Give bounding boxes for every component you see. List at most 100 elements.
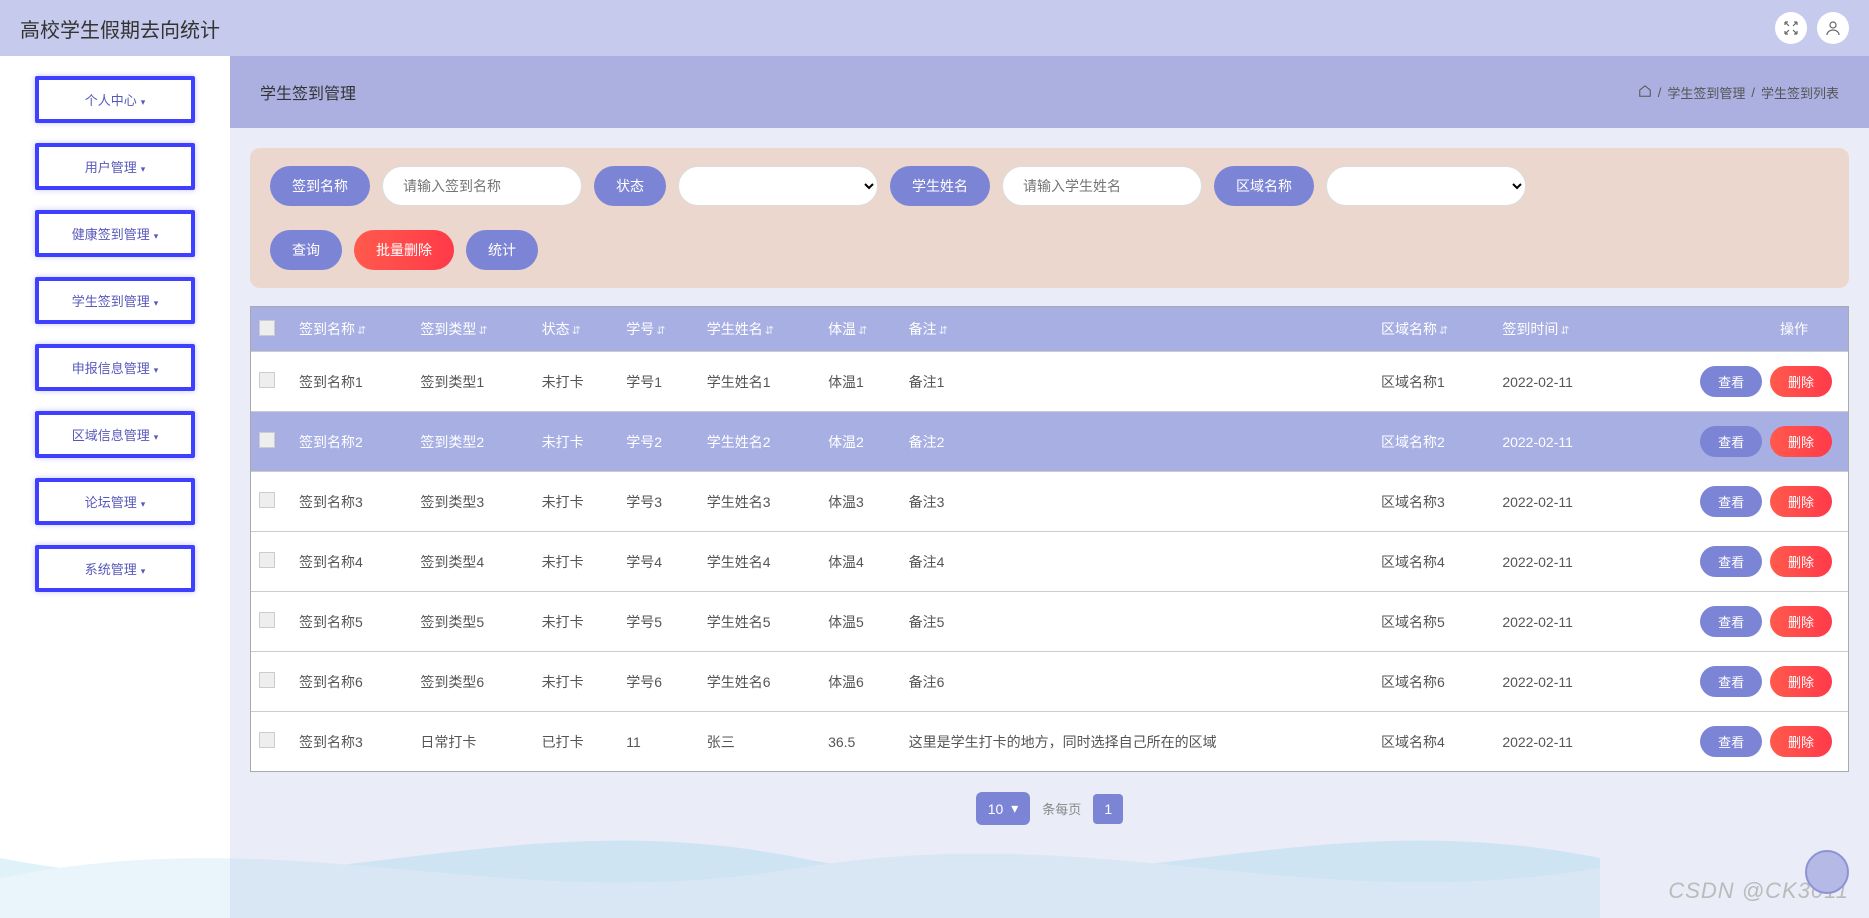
cell-type: 签到类型5 [412,592,533,652]
cell-area: 区域名称6 [1373,652,1494,712]
header-actions [1775,12,1849,44]
cell-time: 2022-02-11 [1494,712,1620,772]
col-type[interactable]: 签到类型 [412,307,533,352]
breadcrumb-item[interactable]: 学生签到管理 [1667,83,1745,102]
breadcrumb-item[interactable]: 学生签到列表 [1761,83,1839,102]
view-button[interactable]: 查看 [1700,366,1762,397]
view-button[interactable]: 查看 [1700,606,1762,637]
cell-area: 区域名称4 [1373,712,1494,772]
col-temp[interactable]: 体温 [820,307,901,352]
view-button[interactable]: 查看 [1700,726,1762,757]
row-checkbox[interactable] [259,372,275,388]
filter-name-input[interactable] [382,166,582,206]
cell-time: 2022-02-11 [1494,352,1620,412]
row-checkbox[interactable] [259,732,275,748]
cell-remark: 备注3 [901,472,1373,532]
cell-type: 签到类型6 [412,652,533,712]
page-number[interactable]: 1 [1093,794,1123,824]
query-button[interactable]: 查询 [270,230,342,270]
row-checkbox[interactable] [259,612,275,628]
home-icon[interactable] [1638,84,1652,101]
delete-button[interactable]: 删除 [1770,666,1832,697]
cell-sid: 学号6 [618,652,699,712]
sidebar-item-users[interactable]: 用户管理 [35,143,195,190]
select-all-checkbox[interactable] [259,320,275,336]
sidebar-item-health-checkin[interactable]: 健康签到管理 [35,210,195,257]
cell-name: 签到名称3 [291,472,412,532]
main-content: 学生签到管理 / 学生签到管理 / 学生签到列表 签到名称 状态 学生姓名 区域… [230,56,1869,918]
cell-status: 未打卡 [534,652,619,712]
cell-status: 未打卡 [534,352,619,412]
sidebar: 个人中心 用户管理 健康签到管理 学生签到管理 申报信息管理 区域信息管理 论坛… [0,56,230,918]
filter-name-label: 签到名称 [270,166,370,206]
cell-sname: 学生姓名3 [699,472,820,532]
filter-area-select[interactable] [1326,166,1526,206]
cell-sname: 学生姓名4 [699,532,820,592]
delete-button[interactable]: 删除 [1770,546,1832,577]
col-sname[interactable]: 学生姓名 [699,307,820,352]
fullscreen-icon[interactable] [1775,12,1807,44]
row-checkbox[interactable] [259,492,275,508]
delete-button[interactable]: 删除 [1770,606,1832,637]
cell-area: 区域名称1 [1373,352,1494,412]
table-row[interactable]: 签到名称5 签到类型5 未打卡 学号5 学生姓名5 体温5 备注5 区域名称5 … [251,592,1848,652]
col-name[interactable]: 签到名称 [291,307,412,352]
cell-status: 未打卡 [534,412,619,472]
chevron-down-icon: ▾ [1011,800,1018,817]
sidebar-item-student-checkin[interactable]: 学生签到管理 [35,277,195,324]
sidebar-item-declaration[interactable]: 申报信息管理 [35,344,195,391]
view-button[interactable]: 查看 [1700,486,1762,517]
sidebar-item-label: 论坛管理 [85,495,137,510]
table-row[interactable]: 签到名称3 签到类型3 未打卡 学号3 学生姓名3 体温3 备注3 区域名称3 … [251,472,1848,532]
filter-status-select[interactable] [678,166,878,206]
float-action-button[interactable] [1805,850,1849,894]
cell-temp: 体温1 [820,352,901,412]
table-row[interactable]: 签到名称3 日常打卡 已打卡 11 张三 36.5 这里是学生打卡的地方，同时选… [251,712,1848,772]
cell-sid: 11 [618,712,699,772]
cell-name: 签到名称3 [291,712,412,772]
sidebar-item-label: 区域信息管理 [72,428,150,443]
cell-sname: 学生姓名1 [699,352,820,412]
cell-type: 签到类型1 [412,352,533,412]
cell-temp: 体温5 [820,592,901,652]
sidebar-item-system[interactable]: 系统管理 [35,545,195,592]
row-checkbox[interactable] [259,672,275,688]
col-area[interactable]: 区域名称 [1373,307,1494,352]
cell-sid: 学号1 [618,352,699,412]
cell-sname: 张三 [699,712,820,772]
cell-remark: 备注6 [901,652,1373,712]
sidebar-item-forum[interactable]: 论坛管理 [35,478,195,525]
cell-remark: 这里是学生打卡的地方，同时选择自己所在的区域 [901,712,1373,772]
table-row[interactable]: 签到名称4 签到类型4 未打卡 学号4 学生姓名4 体温4 备注4 区域名称4 … [251,532,1848,592]
col-sid[interactable]: 学号 [618,307,699,352]
filter-panel: 签到名称 状态 学生姓名 区域名称 查询 批量删除 统计 [250,148,1849,288]
cell-name: 签到名称6 [291,652,412,712]
sidebar-item-personal[interactable]: 个人中心 [35,76,195,123]
table-row[interactable]: 签到名称1 签到类型1 未打卡 学号1 学生姓名1 体温1 备注1 区域名称1 … [251,352,1848,412]
cell-remark: 备注4 [901,532,1373,592]
sidebar-item-label: 个人中心 [85,93,137,108]
col-status[interactable]: 状态 [534,307,619,352]
delete-button[interactable]: 删除 [1770,426,1832,457]
delete-button[interactable]: 删除 [1770,486,1832,517]
col-remark[interactable]: 备注 [901,307,1373,352]
cell-remark: 备注2 [901,412,1373,472]
user-icon[interactable] [1817,12,1849,44]
row-checkbox[interactable] [259,552,275,568]
batch-delete-button[interactable]: 批量删除 [354,230,454,270]
stats-button[interactable]: 统计 [466,230,538,270]
page-size-selector[interactable]: 10 ▾ [976,792,1031,825]
data-table: 签到名称 签到类型 状态 学号 学生姓名 体温 备注 区域名称 签到时间 操作 [250,306,1849,772]
delete-button[interactable]: 删除 [1770,726,1832,757]
sidebar-item-area-info[interactable]: 区域信息管理 [35,411,195,458]
table-row[interactable]: 签到名称6 签到类型6 未打卡 学号6 学生姓名6 体温6 备注6 区域名称6 … [251,652,1848,712]
view-button[interactable]: 查看 [1700,666,1762,697]
col-time[interactable]: 签到时间 [1494,307,1620,352]
view-button[interactable]: 查看 [1700,426,1762,457]
row-checkbox[interactable] [259,432,275,448]
delete-button[interactable]: 删除 [1770,366,1832,397]
filter-student-input[interactable] [1002,166,1202,206]
table-row[interactable]: 签到名称2 签到类型2 未打卡 学号2 学生姓名2 体温2 备注2 区域名称2 … [251,412,1848,472]
app-title: 高校学生假期去向统计 [20,14,220,43]
view-button[interactable]: 查看 [1700,546,1762,577]
